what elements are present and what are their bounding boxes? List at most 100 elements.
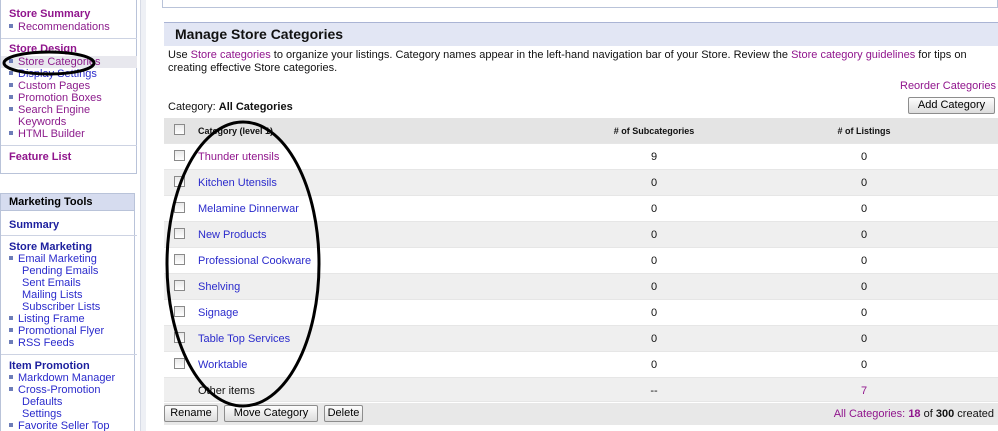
count-suffix-text: created [957, 408, 994, 420]
store-summary-link[interactable]: Store Summary [9, 8, 90, 20]
subcategory-count: 0 [650, 177, 658, 189]
store-categories-help-link[interactable]: Store categories [191, 49, 271, 61]
category-link[interactable]: New Products [198, 229, 266, 241]
bullet-icon [9, 340, 13, 345]
delete-button[interactable]: Delete [324, 405, 363, 422]
select-all-checkbox[interactable] [174, 124, 185, 135]
row-checkbox[interactable] [174, 254, 185, 265]
bullet-icon [9, 107, 13, 112]
markdown-manager-link[interactable]: Markdown Manager [9, 372, 115, 384]
other-items-count-link[interactable]: 7 [814, 385, 914, 397]
category-guidelines-link[interactable]: Store category guidelines [791, 49, 915, 61]
table-row: Melamine Dinnerwar 0 0 [164, 196, 998, 222]
row-checkbox[interactable] [174, 150, 185, 161]
table-row: Professional Cookware 0 0 [164, 248, 998, 274]
rss-feeds-link[interactable]: RSS Feeds [9, 337, 74, 349]
subcategory-count: 0 [650, 333, 658, 345]
row-checkbox[interactable] [174, 280, 185, 291]
table-row-other: Other items -- 7 [164, 378, 998, 402]
listing-count: 0 [860, 359, 868, 371]
row-checkbox[interactable] [174, 176, 185, 187]
summary-link[interactable]: Summary [9, 219, 59, 231]
subcategory-count: 9 [650, 151, 658, 163]
row-checkbox[interactable] [174, 358, 185, 369]
divider [1, 354, 137, 355]
page-description: Use Store categories to organize your li… [168, 49, 994, 75]
category-link[interactable]: Thunder utensils [198, 151, 279, 163]
category-value: All Categories [218, 101, 293, 113]
column-header-subcategories[interactable]: # of Subcategories [604, 126, 704, 136]
bullet-icon [9, 328, 13, 333]
table-row: Table Top Services 0 0 [164, 326, 998, 352]
top-panel-edge [162, 0, 998, 8]
store-marketing-link[interactable]: Store Marketing [9, 241, 92, 253]
desc-text: Use [168, 49, 191, 61]
promotion-boxes-link[interactable]: Promotion Boxes [9, 92, 102, 104]
table-row: New Products 0 0 [164, 222, 998, 248]
all-categories-link[interactable]: All Categories: [834, 408, 906, 420]
divider [1, 235, 137, 236]
category-count-value: 18 [908, 408, 921, 420]
store-categories-link[interactable]: Store Categories [9, 56, 101, 68]
column-header-category[interactable]: Category (level 1) [198, 126, 273, 136]
listing-frame-link[interactable]: Listing Frame [9, 313, 85, 325]
bullet-icon [9, 387, 13, 392]
count-of-text: of [923, 408, 933, 420]
defaults-link[interactable]: Defaults [22, 396, 62, 408]
category-link[interactable]: Professional Cookware [198, 255, 311, 267]
subscriber-lists-link[interactable]: Subscriber Lists [22, 301, 100, 313]
feature-list-link[interactable]: Feature List [9, 151, 71, 163]
pending-emails-link[interactable]: Pending Emails [22, 265, 98, 277]
subcategory-count: 0 [650, 281, 658, 293]
add-category-button[interactable]: Add Category [908, 97, 995, 114]
category-breadcrumb: Category: All Categories [168, 101, 293, 113]
custom-pages-link[interactable]: Custom Pages [9, 80, 90, 92]
store-design-link[interactable]: Store Design [9, 43, 77, 55]
table-row: Kitchen Utensils 0 0 [164, 170, 998, 196]
reorder-categories-link[interactable]: Reorder Categories [900, 80, 996, 92]
bullet-icon [9, 316, 13, 321]
promotional-flyer-link[interactable]: Promotional Flyer [9, 325, 104, 337]
sent-emails-link[interactable]: Sent Emails [22, 277, 81, 289]
settings-link[interactable]: Settings [22, 408, 62, 420]
category-link[interactable]: Shelving [198, 281, 240, 293]
marketing-tools-header: Marketing Tools [1, 194, 134, 211]
mailing-lists-link[interactable]: Mailing Lists [22, 289, 83, 301]
row-checkbox[interactable] [174, 202, 185, 213]
email-marketing-link[interactable]: Email Marketing [9, 253, 97, 265]
marketing-tools-panel: Marketing Tools Summary Store Marketing … [0, 193, 137, 431]
html-builder-link[interactable]: HTML Builder [9, 128, 85, 140]
display-settings-link[interactable]: Display Settings [9, 68, 97, 80]
rename-button[interactable]: Rename [164, 405, 218, 422]
subcategory-count: 0 [650, 307, 658, 319]
listing-count: 0 [860, 307, 868, 319]
table-row: Worktable 0 0 [164, 352, 998, 378]
listing-count: 0 [860, 255, 868, 267]
page-title: Manage Store Categories [175, 26, 344, 42]
favorite-seller-link[interactable]: Favorite Seller Top [9, 420, 110, 431]
row-checkbox[interactable] [174, 332, 185, 343]
bullet-icon [9, 131, 13, 136]
move-category-button[interactable]: Move Category [224, 405, 318, 422]
row-checkbox[interactable] [174, 228, 185, 239]
table-row: Shelving 0 0 [164, 274, 998, 300]
listing-count: 0 [860, 229, 868, 241]
category-link[interactable]: Kitchen Utensils [198, 177, 277, 189]
sidebar-scrollbar[interactable] [140, 0, 146, 431]
item-promotion-link[interactable]: Item Promotion [9, 360, 90, 372]
category-link[interactable]: Table Top Services [198, 333, 290, 345]
bullet-icon [9, 423, 13, 428]
column-header-listings[interactable]: # of Listings [814, 126, 914, 136]
table-footer: Rename Move Category Delete All Categori… [164, 403, 998, 425]
row-checkbox[interactable] [174, 306, 185, 317]
category-link[interactable]: Worktable [198, 359, 247, 371]
search-engine-link[interactable]: Search Engine [9, 104, 90, 116]
category-link[interactable]: Signage [198, 307, 238, 319]
bullet-icon [9, 83, 13, 88]
category-link[interactable]: Melamine Dinnerwar [198, 203, 299, 215]
page-header-bar: Manage Store Categories [164, 22, 998, 46]
listing-count: 0 [860, 177, 868, 189]
keywords-link[interactable]: Keywords [18, 116, 66, 128]
recommendations-link[interactable]: Recommendations [9, 21, 110, 33]
cross-promotion-link[interactable]: Cross-Promotion [9, 384, 101, 396]
